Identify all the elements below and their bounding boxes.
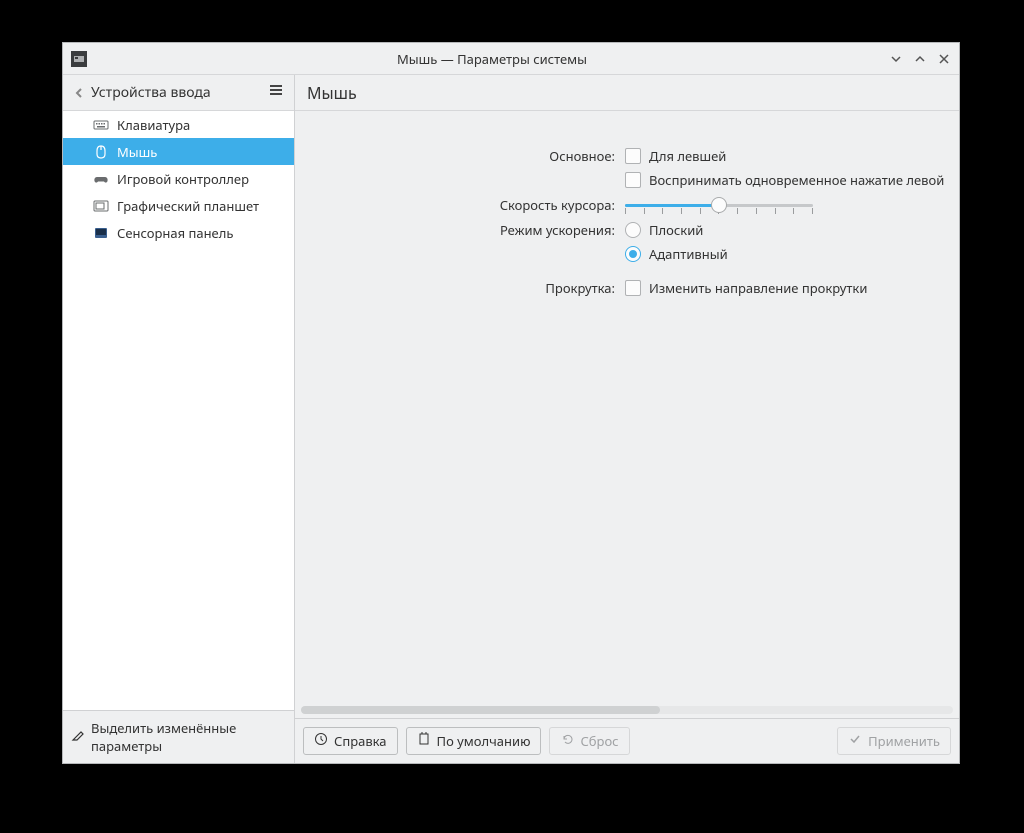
back-button[interactable]: [73, 87, 85, 99]
main-panel: Мышь Основное: Для левшей Воспринимать о…: [295, 75, 959, 763]
scrollbar-thumb[interactable]: [301, 706, 660, 714]
cursor-speed-slider[interactable]: [625, 195, 813, 215]
reverse-scroll-checkbox[interactable]: [625, 280, 641, 296]
footer-buttons: Справка По умолчанию Сброс Применить: [295, 718, 959, 763]
label-scrolling: Прокрутка:: [295, 269, 615, 297]
sidebar: Устройства ввода Клавиатура Мышь Игровой…: [63, 75, 295, 763]
sidebar-item-label: Игровой контроллер: [117, 170, 249, 188]
accel-adaptive-radio[interactable]: [625, 246, 641, 262]
defaults-icon: [417, 732, 431, 750]
undo-icon: [560, 732, 574, 750]
settings-window: Мышь — Параметры системы Устройства ввод…: [62, 42, 960, 764]
label-general: Основное:: [295, 147, 615, 165]
sidebar-item-touchpad[interactable]: Сенсорная панель: [63, 219, 294, 246]
sidebar-title: Устройства ввода: [91, 83, 262, 102]
tablet-icon: [93, 198, 109, 214]
left-handed-label: Для левшей: [649, 147, 726, 165]
window-body: Устройства ввода Клавиатура Мышь Игровой…: [63, 75, 959, 763]
apply-label: Применить: [868, 732, 940, 750]
reset-button[interactable]: Сброс: [549, 727, 629, 755]
sidebar-header: Устройства ввода: [63, 75, 294, 111]
both-click-row: Воспринимать одновременное нажатие левой: [625, 171, 959, 189]
settings-form: Основное: Для левшей Воспринимать одновр…: [295, 147, 959, 297]
sidebar-item-mouse[interactable]: Мышь: [63, 138, 294, 165]
touchpad-icon: [93, 225, 109, 241]
both-click-checkbox[interactable]: [625, 172, 641, 188]
close-button[interactable]: [937, 52, 951, 66]
highlight-changed-label: Выделить изменённые параметры: [91, 719, 286, 755]
reverse-scroll-label: Изменить направление прокрутки: [649, 279, 867, 297]
highlight-changed-button[interactable]: Выделить изменённые параметры: [63, 710, 294, 763]
defaults-label: По умолчанию: [437, 732, 531, 750]
defaults-button[interactable]: По умолчанию: [406, 727, 542, 755]
sidebar-list: Клавиатура Мышь Игровой контроллер Графи…: [63, 111, 294, 710]
both-click-label: Воспринимать одновременное нажатие левой: [649, 171, 944, 189]
sidebar-item-label: Графический планшет: [117, 197, 259, 215]
sidebar-item-label: Мышь: [117, 143, 157, 161]
gamepad-icon: [93, 171, 109, 187]
app-icon: [71, 51, 87, 67]
hamburger-icon[interactable]: [268, 82, 284, 103]
titlebar: Мышь — Параметры системы: [63, 43, 959, 75]
accel-adaptive-label: Адаптивный: [649, 245, 728, 263]
minimize-button[interactable]: [889, 52, 903, 66]
page-title: Мышь: [295, 75, 959, 111]
sidebar-item-gamepad[interactable]: Игровой контроллер: [63, 165, 294, 192]
label-accel: Режим ускорения:: [295, 221, 615, 239]
accel-flat-label: Плоский: [649, 221, 703, 239]
reset-label: Сброс: [580, 732, 618, 750]
horizontal-scrollbar[interactable]: [301, 706, 953, 714]
window-title: Мышь — Параметры системы: [95, 50, 889, 68]
sidebar-item-tablet[interactable]: Графический планшет: [63, 192, 294, 219]
check-icon: [848, 732, 862, 750]
help-button[interactable]: Справка: [303, 727, 398, 755]
speed-row: [625, 195, 959, 215]
keyboard-icon: [93, 117, 109, 133]
sidebar-item-label: Сенсорная панель: [117, 224, 233, 242]
left-handed-row: Для левшей: [625, 147, 959, 165]
mouse-icon: [93, 144, 109, 160]
left-handed-checkbox[interactable]: [625, 148, 641, 164]
maximize-button[interactable]: [913, 52, 927, 66]
highlight-icon: [71, 728, 85, 746]
sidebar-item-label: Клавиатура: [117, 116, 190, 134]
accel-adaptive-row: Адаптивный: [625, 245, 959, 263]
reverse-scroll-row: Изменить направление прокрутки: [625, 269, 959, 297]
label-speed: Скорость курсора:: [295, 196, 615, 214]
sidebar-item-keyboard[interactable]: Клавиатура: [63, 111, 294, 138]
main-content: Основное: Для левшей Воспринимать одновр…: [295, 111, 959, 718]
help-label: Справка: [334, 732, 387, 750]
accel-flat-row: Плоский: [625, 221, 959, 239]
apply-button[interactable]: Применить: [837, 727, 951, 755]
window-controls: [889, 52, 951, 66]
accel-flat-radio[interactable]: [625, 222, 641, 238]
help-icon: [314, 732, 328, 750]
